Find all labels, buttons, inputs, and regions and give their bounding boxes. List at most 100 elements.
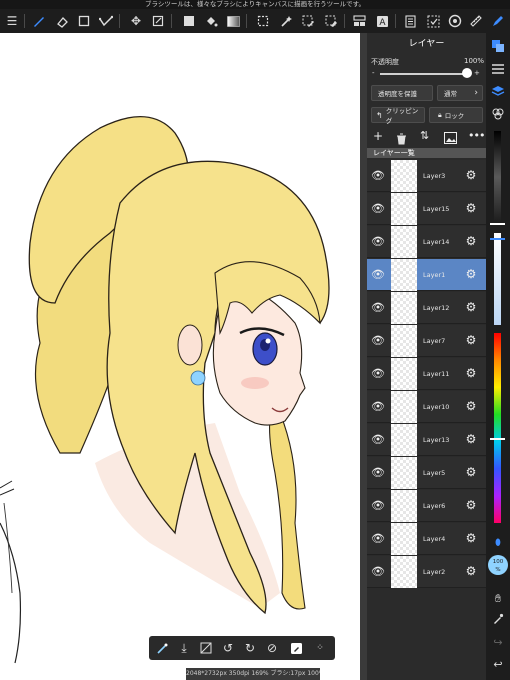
- redo-icon[interactable]: ↻: [241, 639, 259, 657]
- brush-size-indicator[interactable]: 100 %: [488, 555, 508, 575]
- visibility-eye-icon[interactable]: 👁︎: [371, 433, 385, 447]
- gear-icon[interactable]: ⚙︎: [464, 267, 478, 281]
- slider-handle[interactable]: [490, 438, 505, 440]
- drawing-canvas[interactable]: [0, 33, 367, 680]
- layer-row[interactable]: 👁︎ Layer1 ⚙︎: [367, 259, 486, 291]
- visibility-eye-icon[interactable]: 👁︎: [371, 235, 385, 249]
- layer-row[interactable]: 👁︎ Layer11 ⚙︎: [367, 358, 486, 390]
- transform-icon[interactable]: [149, 12, 167, 30]
- layer-row[interactable]: 👁︎ Layer5 ⚙︎: [367, 457, 486, 489]
- fill-color-icon[interactable]: [180, 12, 198, 30]
- layer-row[interactable]: 👁︎ Layer14 ⚙︎: [367, 226, 486, 258]
- saturation-slider[interactable]: [494, 233, 501, 325]
- opacity-slider-track[interactable]: [380, 73, 467, 75]
- layer-image-icon[interactable]: [444, 129, 457, 148]
- redo-arrow-icon[interactable]: ↪: [490, 635, 506, 651]
- material-circles-icon[interactable]: [490, 107, 506, 123]
- grid-icon[interactable]: ⁘: [311, 639, 329, 657]
- visibility-eye-icon[interactable]: 👁︎: [371, 334, 385, 348]
- opacity-plus[interactable]: +: [474, 69, 480, 77]
- frame-icon[interactable]: [424, 12, 442, 30]
- gear-icon[interactable]: ⚙︎: [464, 366, 478, 380]
- edit-icon[interactable]: [287, 639, 305, 657]
- material-icon[interactable]: [401, 12, 419, 30]
- visibility-eye-icon[interactable]: 👁︎: [371, 532, 385, 546]
- gear-icon[interactable]: ⚙︎: [464, 234, 478, 248]
- add-layer-icon[interactable]: +: [373, 129, 385, 143]
- brush-size-icon[interactable]: [153, 639, 171, 657]
- pen-icon[interactable]: [489, 12, 507, 30]
- visibility-eye-icon[interactable]: 👁︎: [371, 400, 385, 414]
- brush-tool-icon[interactable]: [30, 12, 48, 30]
- sort-layer-icon[interactable]: ⇅: [420, 129, 429, 142]
- visibility-eye-icon[interactable]: 👁︎: [371, 499, 385, 513]
- layer-thumbnail: [391, 556, 417, 588]
- eyedropper-icon[interactable]: [490, 613, 506, 629]
- opacity-minus[interactable]: -: [372, 69, 375, 77]
- protect-alpha-button[interactable]: 透明度を保護: [371, 85, 433, 101]
- clipping-button[interactable]: ↰ クリッピング: [371, 107, 425, 125]
- undo-arrow-icon[interactable]: ↩: [490, 657, 506, 673]
- eraser-tool-icon[interactable]: [53, 12, 71, 30]
- layer-thumbnail: [391, 391, 417, 423]
- visibility-eye-icon[interactable]: 👁︎: [371, 301, 385, 315]
- layer-row[interactable]: 👁︎ Layer10 ⚙︎: [367, 391, 486, 423]
- gear-icon[interactable]: ⚙︎: [464, 564, 478, 578]
- layer-row[interactable]: 👁︎ Layer2 ⚙︎: [367, 556, 486, 588]
- layer-row[interactable]: 👁︎ Layer12 ⚙︎: [367, 292, 486, 324]
- visibility-eye-icon[interactable]: 👁︎: [371, 466, 385, 480]
- layer-row[interactable]: 👁︎ Layer6 ⚙︎: [367, 490, 486, 522]
- visibility-eye-icon[interactable]: 👁︎: [371, 202, 385, 216]
- layer-list-icon[interactable]: [490, 63, 506, 79]
- select-rect-icon[interactable]: [254, 12, 272, 30]
- magic-wand-icon[interactable]: [277, 12, 295, 30]
- select-pen-icon[interactable]: [299, 12, 317, 30]
- visibility-eye-icon[interactable]: 👁︎: [371, 268, 385, 282]
- layer-row[interactable]: 👁︎ Layer13 ⚙︎: [367, 424, 486, 456]
- gradation-icon[interactable]: [224, 12, 242, 30]
- text-icon[interactable]: A: [373, 12, 391, 30]
- gear-icon[interactable]: ⚙︎: [464, 333, 478, 347]
- gear-icon[interactable]: ⚙︎: [464, 201, 478, 215]
- layer-row[interactable]: 👁︎ Layer3 ⚙︎: [367, 160, 486, 192]
- gear-icon[interactable]: ⚙︎: [464, 531, 478, 545]
- lock-button[interactable]: 🔒︎ ロック: [429, 107, 483, 123]
- layer-panel-icon[interactable]: [350, 12, 368, 30]
- delete-layer-icon[interactable]: [396, 130, 407, 149]
- select-eraser-icon[interactable]: [322, 12, 340, 30]
- hand-icon[interactable]: ✋︎: [490, 591, 506, 607]
- opacity-slider-knob[interactable]: [462, 68, 472, 78]
- gear-icon[interactable]: ⚙︎: [464, 399, 478, 413]
- hue-slider[interactable]: [494, 333, 501, 523]
- gear-icon[interactable]: ⚙︎: [464, 168, 478, 182]
- bucket-icon[interactable]: [202, 12, 220, 30]
- brightness-slider[interactable]: [494, 131, 501, 223]
- gear-icon[interactable]: ⚙︎: [464, 300, 478, 314]
- layer-row[interactable]: 👁︎ Layer7 ⚙︎: [367, 325, 486, 357]
- blend-mode-button[interactable]: 通常 ›: [437, 85, 483, 101]
- slider-handle[interactable]: [490, 238, 505, 240]
- gear-icon[interactable]: ⚙︎: [464, 465, 478, 479]
- gear-icon[interactable]: ⚙︎: [464, 432, 478, 446]
- layers-overlap-icon[interactable]: [490, 39, 506, 55]
- undo-icon[interactable]: ↺: [219, 639, 237, 657]
- layers-stack-icon[interactable]: [490, 85, 506, 101]
- move-icon[interactable]: ✥: [127, 12, 145, 30]
- ruler-icon[interactable]: [467, 12, 485, 30]
- fill-rect-icon[interactable]: [75, 12, 93, 30]
- visibility-eye-icon[interactable]: 👁︎: [371, 565, 385, 579]
- visibility-eye-icon[interactable]: 👁︎: [371, 169, 385, 183]
- reference-icon[interactable]: [446, 12, 464, 30]
- clear-icon[interactable]: [197, 639, 215, 657]
- download-icon[interactable]: ⤓: [175, 639, 193, 657]
- color-picker-icon[interactable]: ⬮: [490, 535, 506, 551]
- shape-icon[interactable]: [97, 12, 115, 30]
- layer-row[interactable]: 👁︎ Layer4 ⚙︎: [367, 523, 486, 555]
- slider-handle[interactable]: [490, 223, 505, 225]
- gear-icon[interactable]: ⚙︎: [464, 498, 478, 512]
- no-snap-icon[interactable]: ⊘: [263, 639, 281, 657]
- more-icon[interactable]: •••: [468, 129, 485, 142]
- menu-icon[interactable]: ☰: [3, 12, 21, 30]
- visibility-eye-icon[interactable]: 👁︎: [371, 367, 385, 381]
- layer-row[interactable]: 👁︎ Layer15 ⚙︎: [367, 193, 486, 225]
